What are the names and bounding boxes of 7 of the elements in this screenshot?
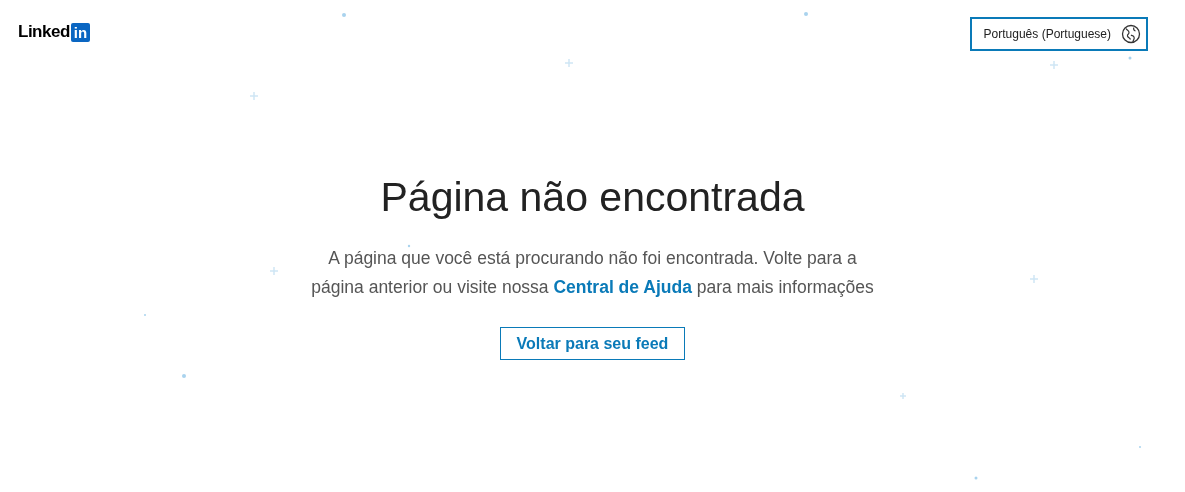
- back-to-feed-button[interactable]: Voltar para seu feed: [499, 327, 686, 360]
- error-message: A página que você está procurando não foi encontrada. Volte para a página anterior ou visite nossa Central de Ajuda para mais informações: [310, 247, 875, 299]
- linkedin-logo[interactable]: Linked in: [18, 22, 91, 42]
- language-button[interactable]: Português (Portuguese): [969, 17, 1148, 51]
- globe-icon: [1121, 24, 1141, 44]
- help-center-link[interactable]: Central de Ajuda: [553, 277, 692, 297]
- page-title: Página não encontrada: [380, 174, 805, 221]
